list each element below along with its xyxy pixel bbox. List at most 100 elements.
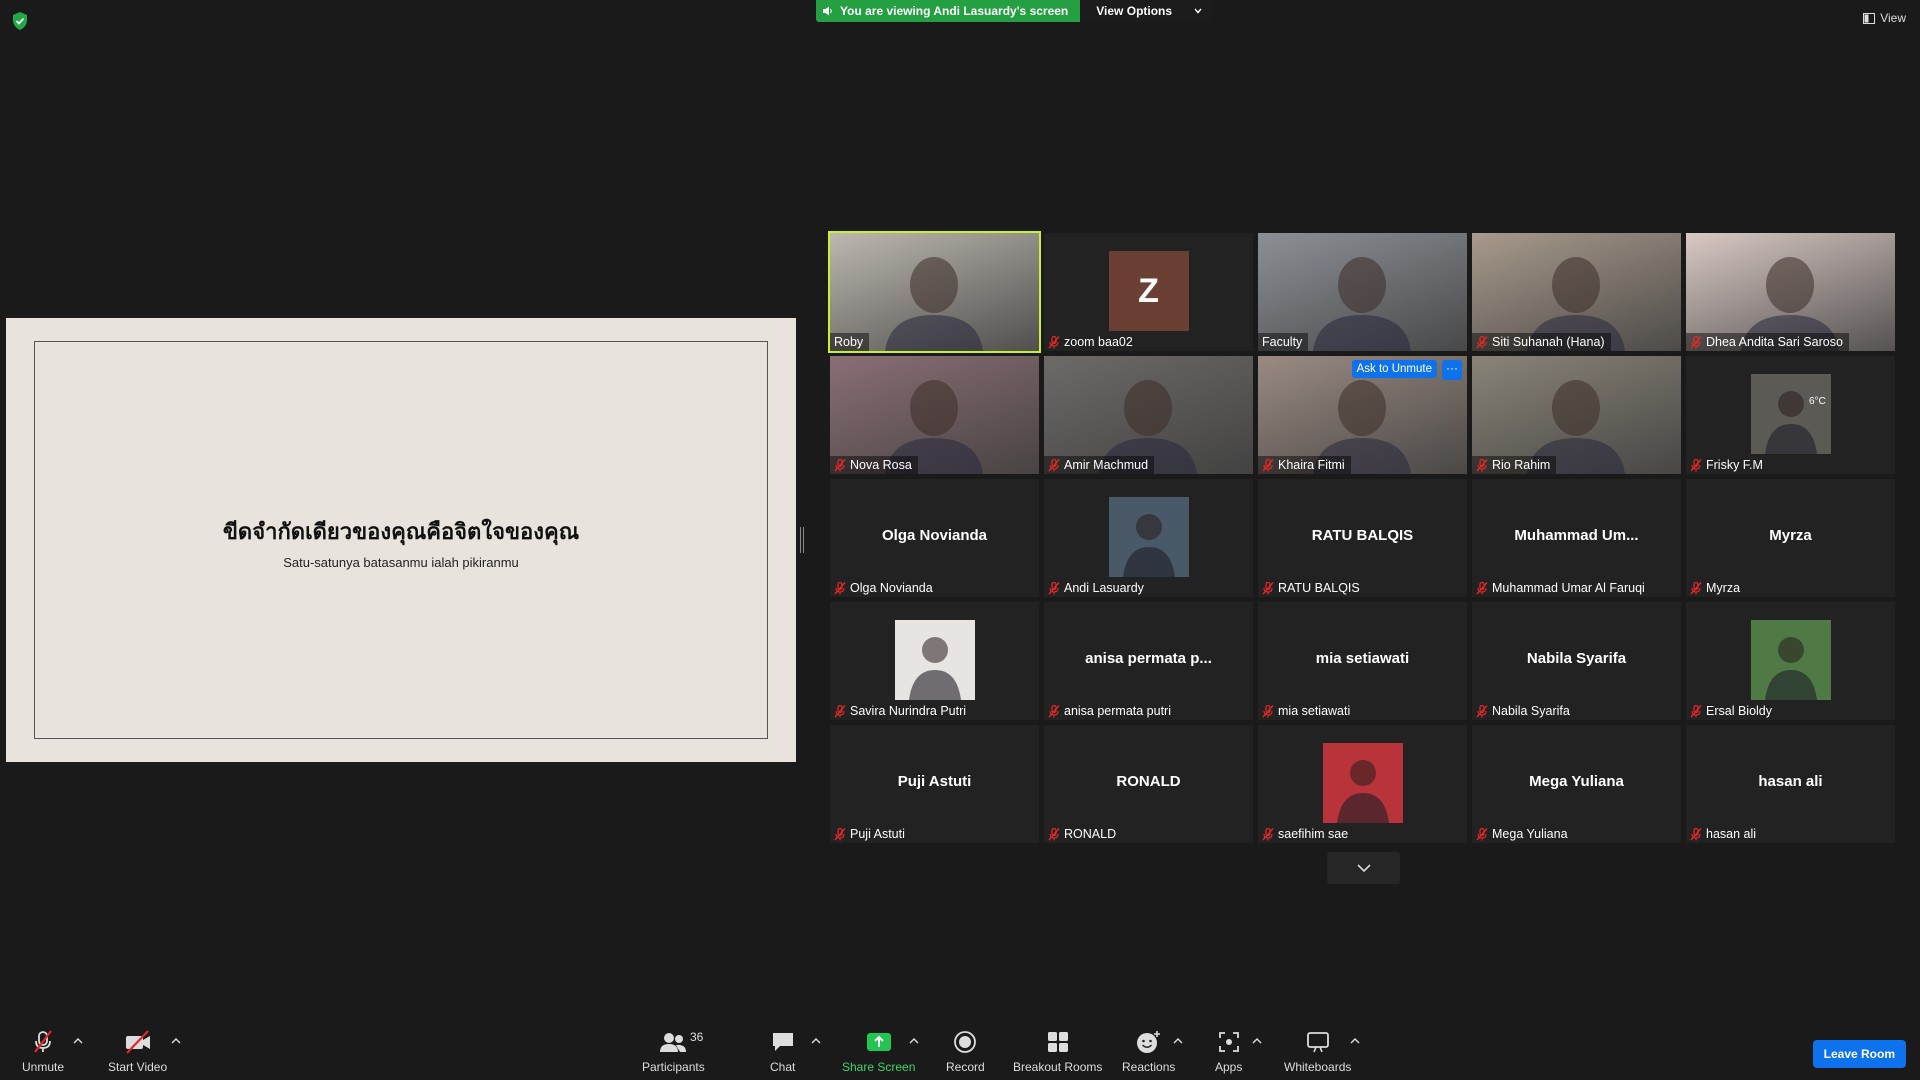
participant-name: Myrza xyxy=(1706,581,1741,595)
slide-title: ขีดจำกัดเดียวของคุณคือจิตใจของคุณ xyxy=(222,520,580,545)
leave-room-button[interactable]: Leave Room xyxy=(1812,1040,1906,1068)
video-off-icon xyxy=(125,1030,150,1054)
whiteboards-button[interactable]: Whiteboards xyxy=(1284,1030,1351,1074)
reactions-options-caret-icon[interactable] xyxy=(1172,1036,1184,1046)
participant-tile[interactable]: mia setiawati mia setiawati xyxy=(1258,602,1467,720)
participant-tile[interactable]: Dhea Andita Sari Saroso xyxy=(1686,233,1895,351)
video-options-caret-icon[interactable] xyxy=(170,1036,182,1046)
participant-tile[interactable]: Faculty xyxy=(1258,233,1467,351)
participant-name-label: Myrza xyxy=(1686,579,1746,597)
participant-tile[interactable]: Andi Lasuardy xyxy=(1044,479,1253,597)
participant-tile[interactable]: Puji Astuti Puji Astuti xyxy=(830,725,1039,843)
chat-button[interactable]: Chat xyxy=(770,1030,795,1074)
participant-display-name: RATU BALQIS xyxy=(1311,527,1414,544)
start-video-button[interactable]: Start Video xyxy=(108,1030,167,1074)
participant-name-label: Roby xyxy=(830,333,870,351)
viewing-screen-indicator: You are viewing Andi Lasuardy's screen xyxy=(816,0,1081,22)
record-icon xyxy=(954,1031,977,1053)
microphone-muted-icon xyxy=(1048,704,1060,717)
participant-tile[interactable]: Zzoom baa02 xyxy=(1044,233,1253,351)
participant-name: Mega Yuliana xyxy=(1492,827,1568,841)
microphone-muted-icon xyxy=(1476,335,1488,348)
participant-name-label: anisa permata putri xyxy=(1044,702,1177,720)
whiteboards-options-caret-icon[interactable] xyxy=(1349,1036,1361,1046)
participant-tile[interactable]: Nova Rosa xyxy=(830,356,1039,474)
microphone-muted-icon xyxy=(1476,827,1488,840)
participant-tile[interactable]: Roby xyxy=(828,231,1041,353)
participant-name-label: Andi Lasuardy xyxy=(1044,579,1150,597)
microphone-muted-icon xyxy=(1690,704,1702,717)
participant-tile[interactable]: RATU BALQIS RATU BALQIS xyxy=(1258,479,1467,597)
chat-options-caret-icon[interactable] xyxy=(810,1036,822,1046)
participant-name-label: Khaira Fitmi xyxy=(1258,456,1351,474)
grid-view-icon xyxy=(1863,12,1876,24)
whiteboard-icon xyxy=(1306,1032,1329,1053)
start-video-label: Start Video xyxy=(108,1060,168,1074)
shared-screen[interactable]: ขีดจำกัดเดียวของคุณคือจิตใจของคุณ Satu-s… xyxy=(6,318,796,762)
view-label: View xyxy=(1880,11,1906,25)
participant-tile[interactable]: Olga Novianda Olga Novianda xyxy=(830,479,1039,597)
apps-button[interactable]: Apps xyxy=(1215,1030,1242,1074)
participant-name: Savira Nurindra Putri xyxy=(850,704,967,718)
participant-tile[interactable]: Rio Rahim xyxy=(1472,356,1681,474)
ask-to-unmute-button[interactable]: Ask to Unmute xyxy=(1351,360,1437,378)
audio-options-caret-icon[interactable] xyxy=(72,1036,84,1046)
participant-name: Ersal Bioldy xyxy=(1706,704,1772,718)
participant-tile[interactable]: anisa permata p... anisa permata putri xyxy=(1044,602,1253,720)
participant-name: Khaira Fitmi xyxy=(1278,458,1345,472)
slide-subtitle: Satu-satunya batasanmu ialah pikiranmu xyxy=(283,555,519,570)
view-options-label: View Options xyxy=(1096,4,1173,18)
breakout-rooms-button[interactable]: Breakout Rooms xyxy=(1013,1030,1102,1074)
record-button[interactable]: Record xyxy=(946,1030,985,1074)
meeting-toolbar: Unmute Start Video Participants 36 Chat … xyxy=(0,1020,1920,1080)
share-screen-button[interactable]: Share Screen xyxy=(842,1030,915,1074)
participant-tile[interactable]: Mega Yuliana Mega Yuliana xyxy=(1472,725,1681,843)
reactions-button[interactable]: Reactions xyxy=(1122,1030,1175,1074)
record-label: Record xyxy=(946,1060,985,1074)
participant-tile[interactable]: Ersal Bioldy xyxy=(1686,602,1895,720)
unmute-button[interactable]: Unmute xyxy=(22,1030,64,1074)
participant-name-label: Siti Suhanah (Hana) xyxy=(1472,333,1611,351)
participant-tile[interactable]: 6°C Frisky F.M xyxy=(1686,356,1895,474)
participant-tile[interactable]: hasan ali hasan ali xyxy=(1686,725,1895,843)
participant-tile[interactable]: Myrza Myrza xyxy=(1686,479,1895,597)
breakout-rooms-label: Breakout Rooms xyxy=(1013,1060,1103,1074)
security-shield-icon[interactable] xyxy=(12,12,28,30)
microphone-muted-icon xyxy=(1690,335,1702,348)
participant-display-name: Muhammad Um... xyxy=(1514,527,1639,544)
more-options-button[interactable]: ··· xyxy=(1442,360,1462,380)
microphone-muted-icon xyxy=(1048,335,1060,348)
unmute-label: Unmute xyxy=(22,1060,65,1074)
initial-avatar: Z xyxy=(1108,251,1189,331)
participant-name: Roby xyxy=(834,335,864,349)
gallery-next-page-button[interactable] xyxy=(1327,852,1400,884)
screen-share-banner: You are viewing Andi Lasuardy's screen V… xyxy=(816,0,1213,22)
view-options-button[interactable]: View Options xyxy=(1080,0,1213,22)
share-options-caret-icon[interactable] xyxy=(908,1036,920,1046)
split-resize-handle[interactable] xyxy=(800,527,804,553)
participant-tile[interactable]: RONALD RONALD xyxy=(1044,725,1253,843)
participant-name: Andi Lasuardy xyxy=(1064,581,1144,595)
microphone-muted-icon xyxy=(34,1030,52,1053)
participant-tile[interactable]: Amir Machmud xyxy=(1044,356,1253,474)
participant-name: Frisky F.M xyxy=(1706,458,1763,472)
participant-tile[interactable]: Muhammad Um... Muhammad Umar Al Faruqi xyxy=(1472,479,1681,597)
microphone-muted-icon xyxy=(834,827,846,840)
view-button[interactable]: View xyxy=(1863,11,1906,25)
microphone-muted-icon xyxy=(1048,827,1060,840)
profile-picture xyxy=(894,620,975,700)
participant-name: Puji Astuti xyxy=(850,827,905,841)
participant-tile[interactable]: Ask to Unmute ··· Khaira Fitmi xyxy=(1258,356,1467,474)
microphone-muted-icon xyxy=(1476,458,1488,471)
participant-tile[interactable]: saefihim sae xyxy=(1258,725,1467,843)
participant-name-label: Nabila Syarifa xyxy=(1472,702,1576,720)
participant-tile[interactable]: Siti Suhanah (Hana) xyxy=(1472,233,1681,351)
participant-display-name: Mega Yuliana xyxy=(1529,773,1624,790)
apps-options-caret-icon[interactable] xyxy=(1251,1036,1263,1046)
reactions-icon xyxy=(1136,1031,1160,1053)
participant-tile[interactable]: Nabila Syarifa Nabila Syarifa xyxy=(1472,602,1681,720)
participant-name-label: Ersal Bioldy xyxy=(1686,702,1778,720)
participant-gallery: Roby Zzoom baa02 Faculty Siti Suhanah (Hana… xyxy=(828,231,1895,843)
participant-display-name: hasan ali xyxy=(1758,773,1823,790)
participant-tile[interactable]: Savira Nurindra Putri xyxy=(830,602,1039,720)
